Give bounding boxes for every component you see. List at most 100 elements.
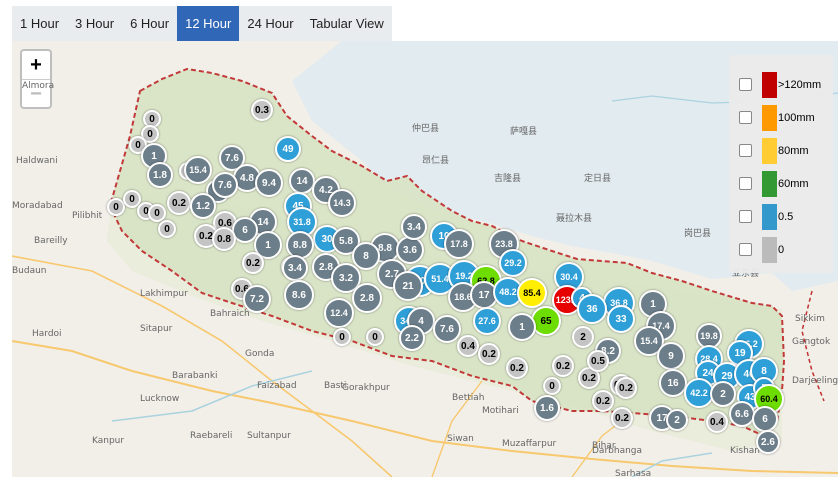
rain-station-marker[interactable]: 2 <box>666 409 688 431</box>
rain-station-marker[interactable]: 14.3 <box>328 189 356 217</box>
legend-swatch <box>762 138 777 164</box>
rain-station-marker[interactable]: 0.4 <box>706 411 728 433</box>
rain-station-marker[interactable]: 3.4 <box>282 255 308 281</box>
rain-station-marker[interactable]: 2 <box>710 381 736 407</box>
rain-station-marker[interactable]: 2.2 <box>399 325 425 351</box>
legend-swatch <box>762 72 777 98</box>
rain-station-marker[interactable]: 0.2 <box>611 407 633 429</box>
place-label: Sarhasa <box>615 469 652 477</box>
place-label: Motihari <box>482 406 519 416</box>
place-label: 吉隆县 <box>494 174 522 184</box>
rain-station-marker[interactable]: 2 <box>572 326 594 348</box>
legend-swatch <box>762 105 777 131</box>
rain-station-marker[interactable]: 1.6 <box>534 395 560 421</box>
rain-station-marker[interactable]: 3.6 <box>396 236 424 264</box>
legend-checkbox[interactable] <box>739 144 752 157</box>
rainfall-map[interactable]: + − Almora Haldwani Moradabad Pilibhit Barei… <box>12 41 838 477</box>
rainfall-legend: >120mm 100mm 80mm 60mm 0.5 0 <box>729 55 833 273</box>
place-label: Moradabad <box>12 201 63 211</box>
tab-12-hour[interactable]: 12 Hour <box>177 6 240 41</box>
rain-station-marker[interactable]: 12.4 <box>324 298 354 328</box>
rain-station-marker[interactable]: 3.4 <box>401 214 427 240</box>
rain-station-marker[interactable]: 6 <box>752 406 778 432</box>
place-label: Darjeeling <box>792 376 838 386</box>
rain-station-marker[interactable]: 0 <box>366 328 384 346</box>
rain-station-marker[interactable]: 0.3 <box>251 99 273 121</box>
time-range-tabs: 1 Hour 3 Hour 6 Hour 12 Hour 24 Hour Tab… <box>12 6 392 41</box>
rain-station-marker[interactable]: 0.2 <box>615 377 637 399</box>
rain-station-marker[interactable]: 0.2 <box>592 390 614 412</box>
place-label: Sultanpur <box>247 431 291 441</box>
legend-label: 80mm <box>778 145 809 157</box>
rain-station-marker[interactable]: 85.4 <box>517 278 547 308</box>
place-label: 昂仁县 <box>422 156 450 166</box>
rain-station-marker[interactable]: 29.2 <box>499 249 527 277</box>
rain-station-marker[interactable]: 0.5 <box>587 350 609 372</box>
rain-station-marker[interactable]: 27.6 <box>473 307 501 335</box>
tab-24-hour[interactable]: 24 Hour <box>239 6 301 41</box>
place-label: 岗巴县 <box>684 229 712 239</box>
legend-checkbox[interactable] <box>739 78 752 91</box>
rain-station-marker[interactable]: 15.4 <box>184 156 212 184</box>
rain-station-marker[interactable]: 2.6 <box>756 430 780 454</box>
rain-station-marker[interactable]: 0 <box>333 328 351 346</box>
tab-tabular-view[interactable]: Tabular View <box>302 6 392 41</box>
rain-station-marker[interactable]: 1.8 <box>147 162 173 188</box>
legend-checkbox[interactable] <box>739 177 752 190</box>
place-label: Hardoi <box>32 329 62 339</box>
rain-station-marker[interactable]: 0.4 <box>457 335 479 357</box>
place-label: Pilibhit <box>72 211 103 221</box>
place-label: Sitapur <box>140 324 173 334</box>
tab-6-hour[interactable]: 6 Hour <box>122 6 177 41</box>
rain-station-marker[interactable]: 7.6 <box>212 172 238 198</box>
rain-station-marker[interactable]: 6.6 <box>729 401 755 427</box>
place-label: 萨嘎县 <box>510 127 538 137</box>
place-label: 聂拉木县 <box>556 214 593 224</box>
place-label: 仲巴县 <box>412 124 440 134</box>
place-label: Bihar <box>592 441 616 451</box>
rain-station-marker[interactable]: 1.2 <box>190 193 216 219</box>
legend-checkbox[interactable] <box>739 210 752 223</box>
legend-checkbox[interactable] <box>739 243 752 256</box>
legend-label: 100mm <box>778 112 815 124</box>
rain-station-marker[interactable]: 16 <box>659 369 687 397</box>
rain-station-marker[interactable]: 33 <box>607 305 635 333</box>
tab-3-hour[interactable]: 3 Hour <box>67 6 122 41</box>
rain-station-marker[interactable]: 49 <box>275 136 301 162</box>
rain-station-marker[interactable]: 2.8 <box>352 283 382 313</box>
legend-label: 0 <box>778 244 785 256</box>
rain-station-marker[interactable]: 17.8 <box>444 229 474 259</box>
rain-station-marker[interactable]: 0 <box>158 220 176 238</box>
place-label: Bahraich <box>210 309 250 319</box>
rain-station-marker[interactable]: 0.2 <box>242 252 264 274</box>
rain-station-marker[interactable]: 0 <box>148 204 166 222</box>
rain-station-marker[interactable]: 0 <box>543 377 561 395</box>
legend-swatch <box>762 171 777 197</box>
rain-station-marker[interactable]: 0.2 <box>552 355 574 377</box>
rain-station-marker[interactable]: 7.2 <box>243 285 271 313</box>
place-label: Gonda <box>245 349 275 359</box>
rain-station-marker[interactable]: 36 <box>577 294 607 324</box>
legend-swatch <box>762 204 777 230</box>
tab-1-hour[interactable]: 1 Hour <box>12 6 67 41</box>
place-label: Sikkim <box>795 314 825 324</box>
place-label: Lakhimpur <box>140 289 188 299</box>
rain-station-marker[interactable]: 8 <box>352 242 380 270</box>
rain-station-marker[interactable]: 0.2 <box>506 357 528 379</box>
rain-station-marker[interactable]: 0.2 <box>167 191 191 215</box>
rain-station-marker[interactable]: 65 <box>531 306 561 336</box>
rain-station-marker[interactable]: 9 <box>657 342 685 370</box>
rain-station-marker[interactable]: 1 <box>508 313 536 341</box>
legend-label: >120mm <box>778 79 822 91</box>
rain-station-marker[interactable]: 0.8 <box>212 227 236 251</box>
place-label: 定日县 <box>584 174 612 184</box>
place-label: Raebareli <box>190 431 233 441</box>
rain-station-marker[interactable]: 9.4 <box>255 169 283 197</box>
rain-station-marker[interactable]: 0.2 <box>478 343 500 365</box>
zoom-in-button[interactable]: + <box>22 51 50 79</box>
rain-station-marker[interactable]: 21 <box>393 271 423 301</box>
rain-station-marker[interactable]: 8.6 <box>284 280 314 310</box>
place-label: Bareilly <box>34 236 68 246</box>
rain-station-marker[interactable]: 7.6 <box>433 315 461 343</box>
legend-checkbox[interactable] <box>739 111 752 124</box>
